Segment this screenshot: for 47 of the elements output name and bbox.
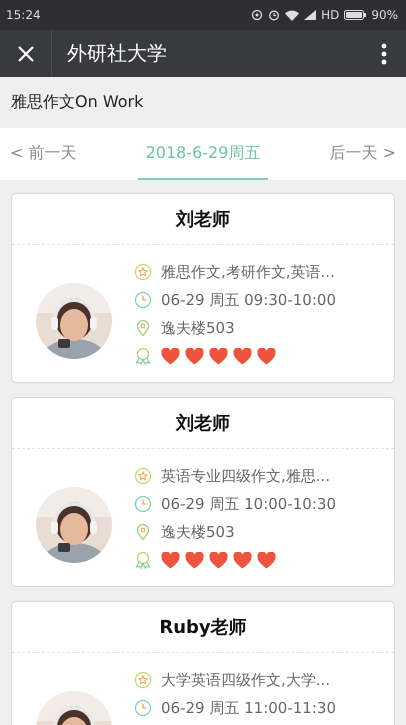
heart-icon bbox=[257, 348, 276, 364]
more-icon bbox=[381, 42, 387, 64]
clock-time: 15:24 bbox=[6, 8, 41, 22]
course-title: 雅思作文On Work bbox=[11, 92, 144, 113]
lesson-time: 06-29 周五 10:00-10:30 bbox=[161, 494, 336, 514]
topic-icon bbox=[134, 467, 152, 485]
lesson-time: 06-29 周五 09:30-10:00 bbox=[161, 290, 336, 310]
subject-list: 大学英语四级作文,大学... bbox=[161, 670, 330, 690]
heart-icon bbox=[209, 552, 228, 568]
lesson-card[interactable]: 刘老师 英语专业四级作文,雅思... 06-29 周五 10:00-10:30 逸夫楼503 bbox=[11, 397, 395, 587]
heart-icon bbox=[209, 348, 228, 364]
lesson-card[interactable]: Ruby老师 大学英语四级作文,大学... 06-29 周五 11:00-11:30 bbox=[11, 601, 395, 725]
lesson-card[interactable]: 刘老师 雅思作文,考研作文,英语... 06-29 周五 09:30-10:00 逸夫楼503 bbox=[11, 193, 395, 383]
location-pin-icon bbox=[134, 523, 152, 541]
heart-icon bbox=[161, 348, 180, 364]
topic-icon bbox=[134, 263, 152, 281]
network-label: HD bbox=[321, 8, 340, 22]
lesson-time: 06-29 周五 11:00-11:30 bbox=[161, 698, 336, 718]
app-title: 外研社大学 bbox=[67, 40, 167, 67]
clock-icon bbox=[134, 699, 152, 717]
location-pin-icon bbox=[134, 319, 152, 337]
teacher-name: Ruby老师 bbox=[12, 602, 394, 653]
heart-icon bbox=[185, 552, 204, 568]
subject-list: 英语专业四级作文,雅思... bbox=[161, 466, 330, 486]
topic-icon bbox=[134, 671, 152, 689]
wifi-icon bbox=[285, 10, 300, 20]
clock-icon bbox=[134, 291, 152, 309]
heart-icon bbox=[233, 552, 252, 568]
subject-list: 雅思作文,考研作文,英语... bbox=[161, 262, 335, 282]
heart-icon bbox=[257, 552, 276, 568]
award-ribbon-icon bbox=[134, 551, 152, 569]
battery-icon bbox=[344, 10, 366, 20]
teacher-name: 刘老师 bbox=[12, 398, 394, 449]
teacher-name: 刘老师 bbox=[12, 194, 394, 245]
lesson-location: 逸夫楼503 bbox=[161, 522, 235, 542]
previous-day-link[interactable]: < 前一天 bbox=[10, 128, 76, 180]
heart-icon bbox=[233, 348, 252, 364]
alarm-clock-icon bbox=[268, 9, 280, 21]
next-day-link[interactable]: 后一天 > bbox=[330, 128, 396, 180]
clock-icon bbox=[134, 495, 152, 513]
award-ribbon-icon bbox=[134, 347, 152, 365]
close-icon bbox=[16, 44, 34, 62]
lesson-location: 逸夫楼503 bbox=[161, 318, 235, 338]
battery-percent: 90% bbox=[371, 8, 398, 22]
heart-icon bbox=[161, 552, 180, 568]
signal-icon bbox=[304, 10, 316, 20]
heart-icon bbox=[185, 348, 204, 364]
